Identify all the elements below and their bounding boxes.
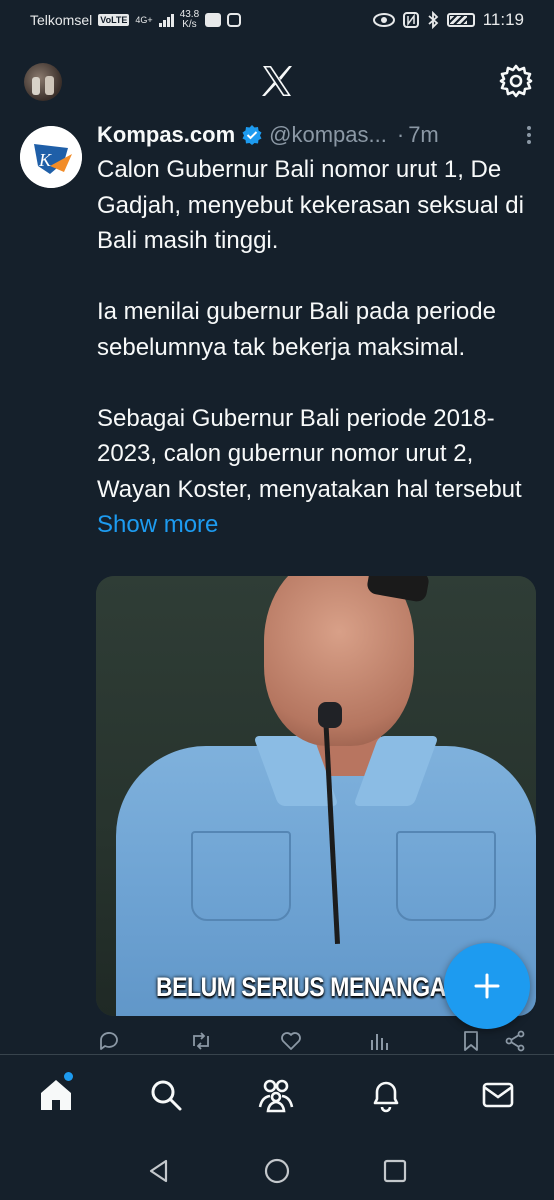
carrier-name: Telkomsel xyxy=(30,12,93,28)
more-options-icon[interactable] xyxy=(520,124,538,146)
tweet-text: Calon Gubernur Bali nomor urut 1, De Gad… xyxy=(97,152,537,543)
author-name[interactable]: Kompas.com xyxy=(97,122,235,148)
recents-icon[interactable] xyxy=(382,1158,408,1184)
messages-icon[interactable] xyxy=(480,1077,516,1113)
home-icon[interactable] xyxy=(38,1077,74,1113)
plus-icon xyxy=(474,973,500,999)
top-bar xyxy=(0,48,554,116)
home-circle-icon[interactable] xyxy=(264,1158,290,1184)
eye-icon xyxy=(372,13,395,27)
profile-avatar[interactable] xyxy=(24,63,62,101)
android-navigation-bar xyxy=(0,1140,554,1200)
communities-icon[interactable] xyxy=(258,1077,294,1113)
tweet-actions xyxy=(96,1030,536,1056)
video-shirt-pocket xyxy=(191,831,291,921)
compose-button[interactable] xyxy=(444,943,530,1029)
share-icon[interactable] xyxy=(504,1030,526,1052)
reply-icon[interactable] xyxy=(98,1030,120,1052)
clock: 11:19 xyxy=(482,10,524,29)
tweet-paragraph: Calon Gubernur Bali nomor urut 1, De Gad… xyxy=(97,156,524,254)
kompas-avatar[interactable]: K xyxy=(20,126,82,188)
network-type: 4G+ xyxy=(135,14,153,25)
bottom-navigation xyxy=(0,1054,554,1140)
separator: · xyxy=(396,122,405,147)
search-icon[interactable] xyxy=(148,1077,184,1113)
video-shirt-pocket xyxy=(396,831,496,921)
verified-badge-icon xyxy=(242,125,262,145)
x-logo-icon xyxy=(262,66,292,96)
post-time: 7m xyxy=(408,122,439,147)
status-bar: Telkomsel VoLTE 4G+ 43.8 K/s 11:19 xyxy=(0,0,554,40)
tweet-header: Kompas.com @kompas... · 7m xyxy=(97,118,537,152)
signal-icon xyxy=(158,13,174,27)
retweet-icon[interactable] xyxy=(190,1030,212,1052)
back-icon[interactable] xyxy=(146,1158,172,1184)
bookmark-icon[interactable] xyxy=(460,1030,482,1052)
video-caption: BELUM SERIUS MENANGA xyxy=(156,972,446,1002)
gear-icon[interactable] xyxy=(499,64,533,98)
svg-text:K: K xyxy=(38,150,52,170)
bluetooth-icon xyxy=(428,11,439,29)
tweet-paragraph: Sebagai Gubernur Bali periode 2018-2023,… xyxy=(97,404,522,503)
views-icon[interactable] xyxy=(368,1030,390,1052)
like-icon[interactable] xyxy=(280,1030,302,1052)
app-notification-icon xyxy=(227,13,242,27)
volte-badge: VoLTE xyxy=(98,14,130,26)
author-handle[interactable]: @kompas... xyxy=(269,122,387,148)
battery-icon xyxy=(446,13,475,27)
network-speed: 43.8 K/s xyxy=(179,9,200,30)
show-more-link[interactable]: Show more xyxy=(97,511,218,538)
tweet-paragraph: Ia menilai gubernur Bali pada periode se… xyxy=(97,298,496,361)
app-notification-icon xyxy=(205,13,222,27)
microphone-icon xyxy=(318,702,342,728)
notifications-icon[interactable] xyxy=(368,1077,404,1113)
home-notification-dot xyxy=(64,1072,73,1081)
nfc-icon xyxy=(402,12,419,28)
